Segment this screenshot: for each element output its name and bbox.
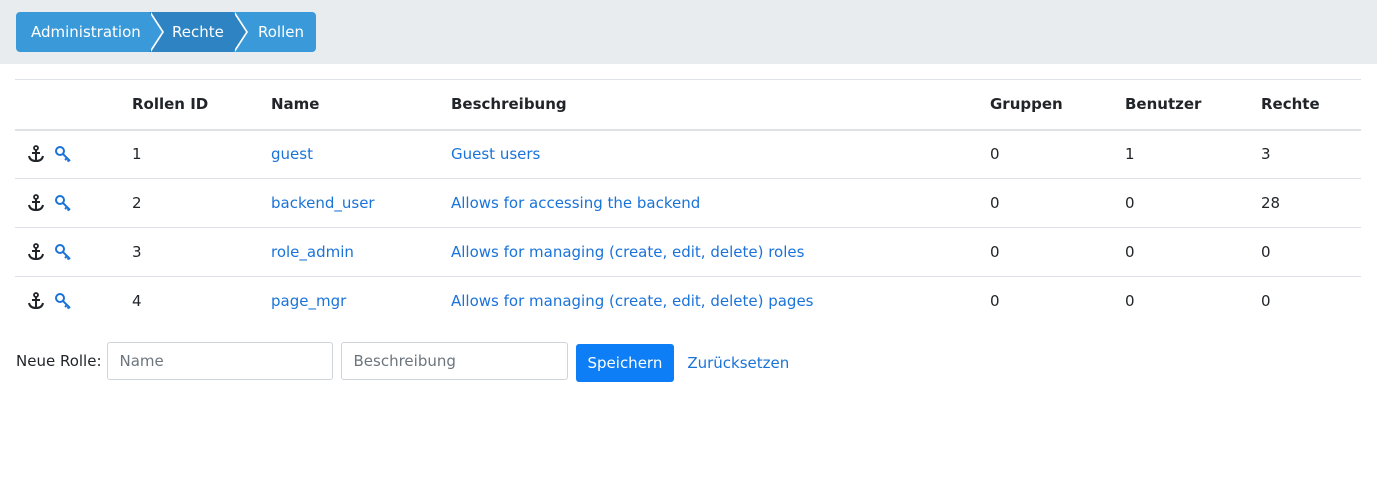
- row-actions: [15, 277, 120, 326]
- role-id-cell: 4: [132, 292, 142, 311]
- table-header-row: Rollen ID Name Beschreibung Gruppen Benu…: [15, 79, 1361, 130]
- row-actions: [15, 228, 120, 277]
- role-description-cell: Allows for accessing the backend: [439, 179, 978, 228]
- key-icon[interactable]: [54, 145, 72, 163]
- anchor-icon[interactable]: [27, 292, 45, 310]
- users-cell: 0: [1125, 243, 1135, 261]
- table-row: 4 page_mgr Allows for managing (create, ed…: [15, 277, 1361, 326]
- breadcrumb: Administration Rechte Rollen: [16, 12, 316, 52]
- role-name-input[interactable]: [106, 342, 333, 380]
- role-name-cell: role_admin: [259, 228, 439, 277]
- role-description-link[interactable]: Allows for managing (create, edit, delet…: [451, 292, 814, 310]
- breadcrumb-administration[interactable]: Administration: [16, 12, 164, 52]
- role-description-cell: Allows for managing (create, edit, delet…: [439, 228, 978, 277]
- role-description-cell: Guest users: [439, 130, 978, 179]
- groups-cell: 0: [990, 145, 1000, 164]
- role-id-cell: 1: [132, 145, 142, 164]
- save-button[interactable]: Speichern: [575, 344, 675, 382]
- role-name-cell: page_mgr: [259, 277, 439, 326]
- role-id-cell: 3: [132, 243, 142, 261]
- role-id-cell: 2: [132, 194, 142, 212]
- roles-table: Rollen ID Name Beschreibung Gruppen Benu…: [15, 79, 1361, 326]
- breadcrumb-bar: Administration Rechte Rollen: [0, 0, 1377, 64]
- groups-cell: 0: [990, 292, 1000, 311]
- rights-cell: 3: [1261, 145, 1271, 164]
- col-name: Name: [271, 95, 320, 114]
- groups-cell: 0: [990, 194, 1000, 212]
- role-description-link[interactable]: Allows for managing (create, edit, delet…: [451, 243, 804, 261]
- reset-link[interactable]: Zurücksetzen: [687, 354, 789, 372]
- role-name-link[interactable]: backend_user: [271, 194, 375, 212]
- row-actions: [15, 130, 120, 179]
- row-actions: [15, 179, 120, 228]
- table-row: 2 backend_user Allows for accessing the ba…: [15, 179, 1361, 228]
- role-name-cell: guest: [259, 130, 439, 179]
- col-actions: [15, 80, 120, 130]
- anchor-icon[interactable]: [27, 145, 45, 163]
- table-row: 1 guest Guest users 0 1 3: [15, 130, 1361, 179]
- new-role-label: Neue Rolle:: [16, 352, 102, 370]
- groups-cell: 0: [990, 243, 1000, 261]
- role-description-cell: Allows for managing (create, edit, delet…: [439, 277, 978, 326]
- col-role-id: Rollen ID: [132, 95, 209, 114]
- col-description: Beschreibung: [451, 95, 567, 114]
- role-description-link[interactable]: Allows for accessing the backend: [451, 194, 700, 212]
- role-name-link[interactable]: page_mgr: [271, 292, 346, 310]
- role-name-cell: backend_user: [259, 179, 439, 228]
- rights-cell: 28: [1261, 194, 1281, 212]
- role-description-input[interactable]: [340, 342, 568, 380]
- rights-cell: 0: [1261, 292, 1271, 311]
- rights-cell: 0: [1261, 243, 1271, 261]
- key-icon[interactable]: [54, 194, 72, 212]
- col-users: Benutzer: [1125, 95, 1202, 114]
- key-icon[interactable]: [54, 243, 72, 261]
- anchor-icon[interactable]: [27, 243, 45, 261]
- role-name-link[interactable]: guest: [271, 145, 313, 163]
- role-name-link[interactable]: role_admin: [271, 243, 354, 261]
- users-cell: 0: [1125, 194, 1135, 212]
- users-cell: 0: [1125, 292, 1135, 311]
- table-row: 3 role_admin Allows for managing (create, …: [15, 228, 1361, 277]
- new-role-form: Neue Rolle: Speichern Zurücksetzen: [16, 341, 789, 382]
- key-icon[interactable]: [54, 292, 72, 310]
- role-description-link[interactable]: Guest users: [451, 145, 540, 163]
- col-rights: Rechte: [1261, 95, 1320, 114]
- col-groups: Gruppen: [990, 95, 1063, 114]
- anchor-icon[interactable]: [27, 194, 45, 212]
- users-cell: 1: [1125, 145, 1135, 164]
